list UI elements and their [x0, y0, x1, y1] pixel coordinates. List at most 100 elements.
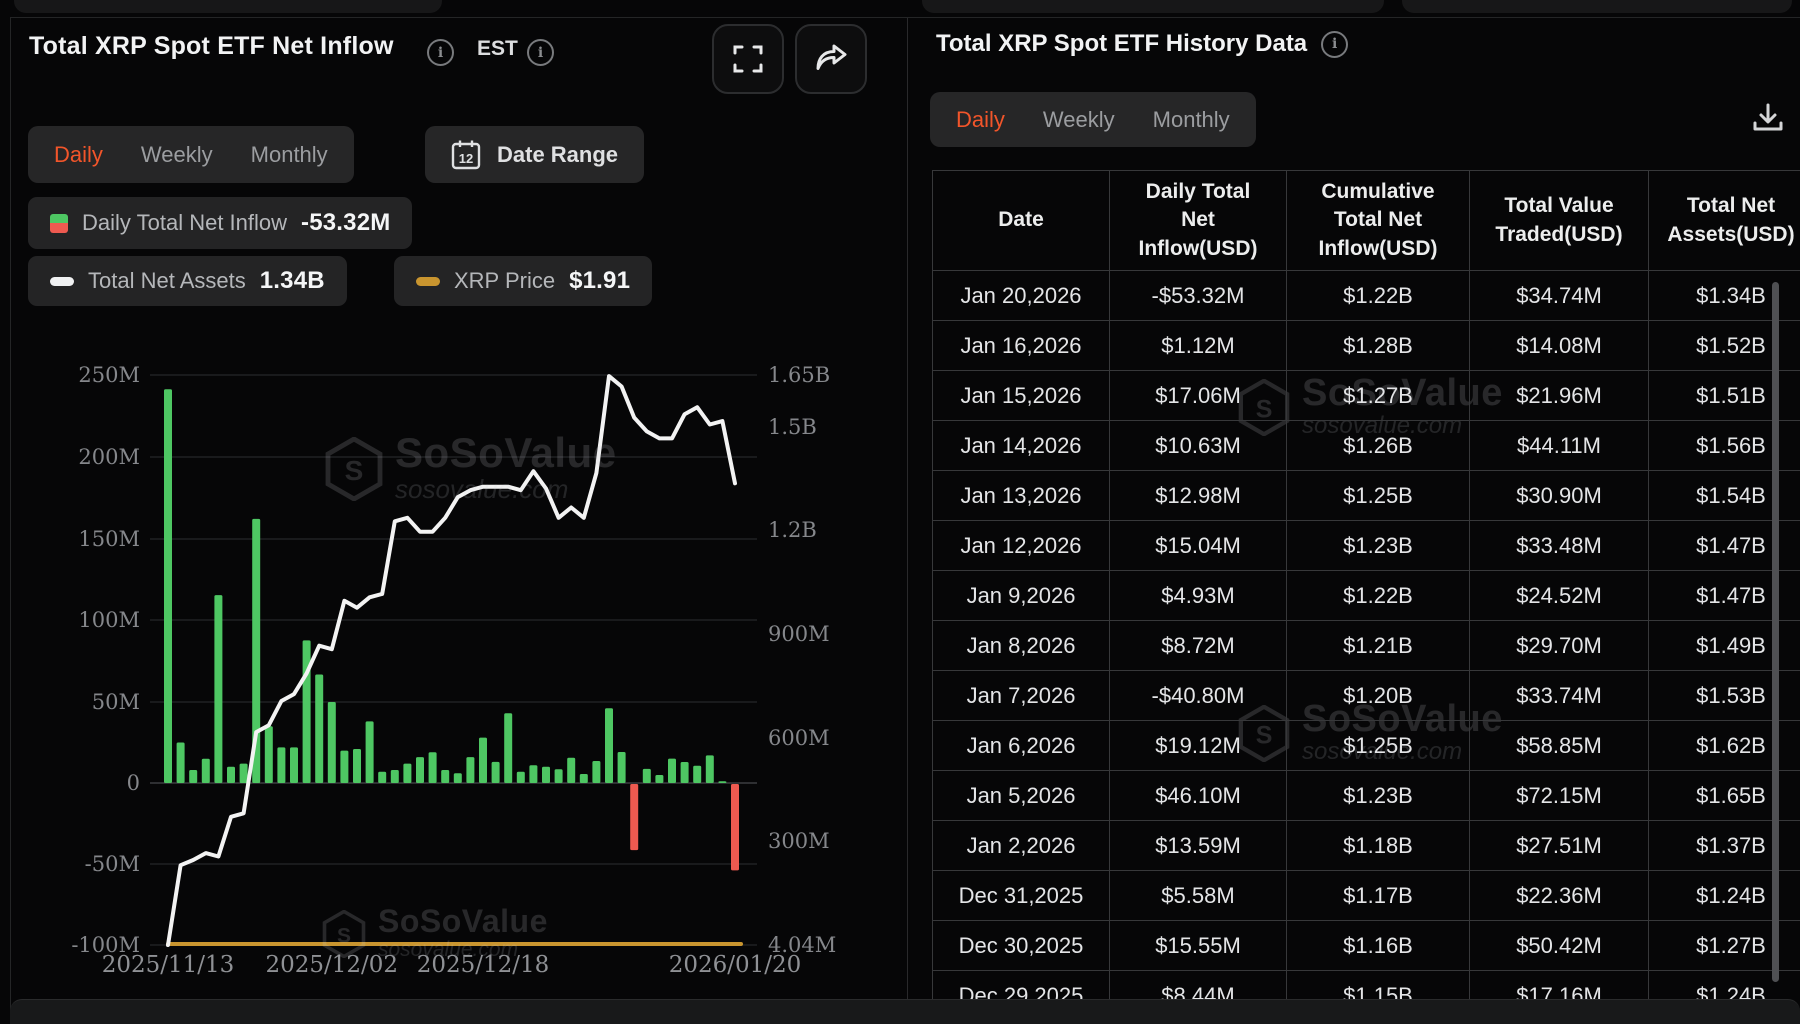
inflow-bar[interactable] — [542, 767, 550, 783]
date-cell: Jan 2,2026 — [933, 821, 1110, 871]
left-axis-tick: 150M — [0, 526, 140, 552]
value-cell: $1.27B — [1287, 371, 1470, 421]
table-row[interactable]: Jan 6,2026$19.12M$1.25B$58.85M$1.62B — [933, 721, 1800, 771]
left-axis-tick: -50M — [0, 851, 140, 877]
value-cell: $1.25B — [1287, 471, 1470, 521]
inflow-bar[interactable] — [605, 708, 613, 783]
inflow-bar[interactable] — [580, 774, 588, 783]
table-row[interactable]: Jan 2,2026$13.59M$1.18B$27.51M$1.37B — [933, 821, 1800, 871]
inflow-bar[interactable] — [303, 640, 311, 783]
right-axis-tick: 1.5B — [768, 414, 817, 440]
card-above-middle-edge — [922, 0, 1384, 13]
table-row[interactable]: Dec 30,2025$15.55M$1.16B$50.42M$1.27B — [933, 921, 1800, 971]
inflow-bar[interactable] — [328, 702, 336, 783]
inflow-bar[interactable] — [492, 762, 500, 783]
inflow-bar[interactable] — [429, 752, 437, 783]
inflow-bar[interactable] — [693, 766, 701, 783]
inflow-bar[interactable] — [353, 749, 361, 783]
value-cell: -$53.32M — [1110, 271, 1287, 321]
download-button[interactable] — [1748, 98, 1788, 138]
table-row[interactable]: Jan 14,2026$10.63M$1.26B$44.11M$1.56B — [933, 421, 1800, 471]
column-header: Cumulative Total Net Inflow(USD) — [1287, 171, 1470, 271]
value-cell: $24.52M — [1470, 571, 1649, 621]
date-cell: Jan 15,2026 — [933, 371, 1110, 421]
inflow-bar[interactable] — [643, 769, 651, 783]
inflow-bar[interactable] — [731, 784, 739, 870]
value-cell: $22.36M — [1470, 871, 1649, 921]
inflow-bar[interactable] — [340, 751, 348, 783]
date-cell: Jan 9,2026 — [933, 571, 1110, 621]
tab-monthly[interactable]: Monthly — [1153, 107, 1230, 133]
value-cell: $34.74M — [1470, 271, 1649, 321]
table-info-icon[interactable]: i — [1321, 31, 1348, 58]
inflow-bar[interactable] — [706, 755, 714, 783]
date-cell: Dec 30,2025 — [933, 921, 1110, 971]
inflow-bar[interactable] — [416, 757, 424, 783]
inflow-bar[interactable] — [227, 767, 235, 783]
column-header: Daily Total Net Inflow(USD) — [1110, 171, 1287, 271]
inflow-bar[interactable] — [277, 747, 285, 783]
column-header: Total Net Assets(USD) — [1649, 171, 1800, 271]
table-row[interactable]: Dec 31,2025$5.58M$1.17B$22.36M$1.24B — [933, 871, 1800, 921]
inflow-bar[interactable] — [630, 784, 638, 850]
inflow-bar[interactable] — [655, 775, 663, 783]
inflow-bar[interactable] — [479, 738, 487, 783]
table-row[interactable]: Jan 16,2026$1.12M$1.28B$14.08M$1.52B — [933, 321, 1800, 371]
inflow-bar[interactable] — [529, 765, 537, 783]
value-cell: $1.28B — [1287, 321, 1470, 371]
table-row[interactable]: Jan 5,2026$46.10M$1.23B$72.15M$1.65B — [933, 771, 1800, 821]
value-cell: $15.55M — [1110, 921, 1287, 971]
value-cell: $1.21B — [1287, 621, 1470, 671]
value-cell: $50.42M — [1470, 921, 1649, 971]
inflow-bar[interactable] — [403, 764, 411, 783]
inflow-bar[interactable] — [164, 389, 172, 783]
inflow-bar[interactable] — [454, 773, 462, 783]
table-row[interactable]: Jan 15,2026$17.06M$1.27B$21.96M$1.51B — [933, 371, 1800, 421]
value-cell: $33.74M — [1470, 671, 1649, 721]
left-axis-tick: 200M — [0, 444, 140, 470]
table-row[interactable]: Jan 13,2026$12.98M$1.25B$30.90M$1.54B — [933, 471, 1800, 521]
table-row[interactable]: Jan 12,2026$15.04M$1.23B$33.48M$1.47B — [933, 521, 1800, 571]
inflow-bar[interactable] — [378, 772, 386, 783]
inflow-bar[interactable] — [177, 743, 185, 784]
table-scrollbar[interactable] — [1772, 282, 1779, 982]
card-above-right-edge — [1402, 0, 1792, 13]
inflow-bar[interactable] — [504, 713, 512, 783]
right-axis-tick: 600M — [768, 725, 830, 751]
tab-weekly[interactable]: Weekly — [1043, 107, 1115, 133]
date-cell: Jan 20,2026 — [933, 271, 1110, 321]
inflow-bar[interactable] — [517, 772, 525, 783]
inflow-bar[interactable] — [391, 770, 399, 783]
inflow-bar[interactable] — [718, 781, 726, 783]
value-cell: $1.18B — [1287, 821, 1470, 871]
tab-daily[interactable]: Daily — [956, 107, 1005, 133]
inflow-bar[interactable] — [214, 595, 222, 783]
inflow-bar[interactable] — [265, 726, 273, 783]
table-row[interactable]: Jan 9,2026$4.93M$1.22B$24.52M$1.47B — [933, 571, 1800, 621]
date-cell: Jan 5,2026 — [933, 771, 1110, 821]
left-axis-tick: 100M — [0, 607, 140, 633]
value-cell: -$40.80M — [1110, 671, 1287, 721]
value-cell: $33.48M — [1470, 521, 1649, 571]
right-axis-tick: 900M — [768, 621, 830, 647]
table-row[interactable]: Jan 7,2026-$40.80M$1.20B$33.74M$1.53B — [933, 671, 1800, 721]
table-row[interactable]: Jan 8,2026$8.72M$1.21B$29.70M$1.49B — [933, 621, 1800, 671]
inflow-bar[interactable] — [681, 762, 689, 783]
inflow-bar[interactable] — [366, 721, 374, 783]
inflow-bar[interactable] — [555, 769, 563, 783]
inflow-bar[interactable] — [315, 675, 323, 784]
inflow-bar[interactable] — [202, 759, 210, 783]
value-cell: $1.22B — [1287, 571, 1470, 621]
inflow-bar[interactable] — [567, 758, 575, 783]
inflow-bar[interactable] — [189, 770, 197, 783]
inflow-bar[interactable] — [290, 747, 298, 783]
inflow-bar[interactable] — [618, 752, 626, 783]
inflow-bar[interactable] — [441, 770, 449, 783]
table-row[interactable]: Jan 20,2026-$53.32M$1.22B$34.74M$1.34B — [933, 271, 1800, 321]
inflow-bar[interactable] — [466, 757, 474, 783]
inflow-bar[interactable] — [668, 759, 676, 783]
date-cell: Jan 12,2026 — [933, 521, 1110, 571]
value-cell: $5.58M — [1110, 871, 1287, 921]
inflow-bar[interactable] — [592, 761, 600, 783]
inflow-bar[interactable] — [240, 764, 248, 783]
